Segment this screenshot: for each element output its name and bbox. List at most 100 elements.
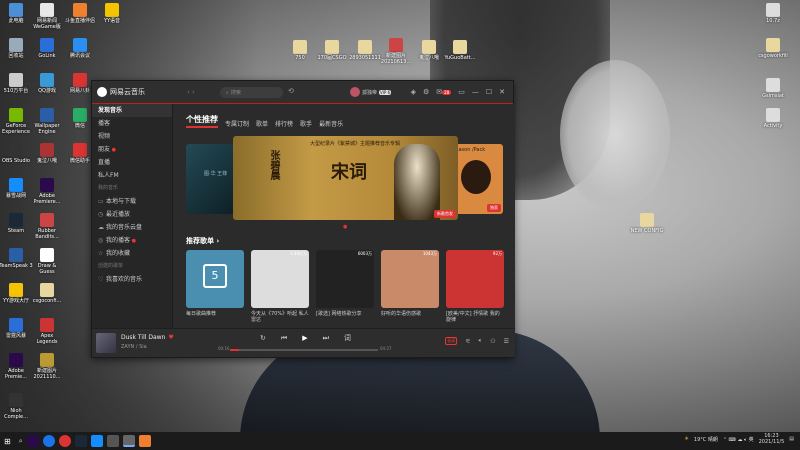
douyu-taskbar-icon[interactable] xyxy=(138,435,151,447)
playlist-title[interactable]: [欧美/中文] 抒情歌 我的旋律 xyxy=(446,311,504,323)
battlenet-taskbar-icon[interactable] xyxy=(90,435,103,447)
desktop-icon[interactable]: 750 xyxy=(283,40,317,61)
desktop-icon[interactable]: 雷霆风暴 xyxy=(0,318,33,339)
desktop-icon[interactable]: csgoconfi... xyxy=(30,283,64,304)
playlist-card[interactable]: 1.36亿万 今天从《70%》听起 私人雷达 xyxy=(251,250,309,323)
playlist-cover[interactable]: 6003万 xyxy=(316,250,374,308)
progress-bar[interactable] xyxy=(230,349,378,351)
tab[interactable]: 最新音乐 xyxy=(319,119,343,128)
playlist-cover[interactable]: 5 xyxy=(186,250,244,308)
desktop-icon[interactable]: NEW CONFIG xyxy=(630,213,664,234)
mini-mode-icon[interactable]: ▭ xyxy=(458,88,465,96)
skin-icon[interactable]: ◈ xyxy=(411,88,416,96)
banner-prev[interactable]: 图·华 王菲 xyxy=(186,144,238,214)
search-icon[interactable]: ⌕ xyxy=(19,437,23,446)
desktop-icon[interactable]: GoLink xyxy=(30,38,64,59)
desktop-icon[interactable]: Adobe Premie... xyxy=(0,353,33,380)
desktop-icon[interactable]: GeForce Experience xyxy=(0,108,33,135)
playlist-card[interactable]: 6003万 [歌选] 网络热歌分享 xyxy=(316,250,374,317)
listen-together-icon[interactable]: ⚇ xyxy=(490,338,495,345)
tab[interactable]: 排行榜 xyxy=(275,119,293,128)
desktop-icon[interactable]: Gsimsiat xyxy=(756,78,790,99)
desktop-icon[interactable]: 新建图片 2021110... xyxy=(30,353,64,380)
like-icon[interactable]: ♥ xyxy=(168,334,173,341)
desktop-icon[interactable]: Steam xyxy=(0,213,33,234)
tab[interactable]: 歌单 xyxy=(256,119,268,128)
sidebar-item[interactable]: ◎ 我的播客 ● xyxy=(92,234,172,247)
tab[interactable]: 歌手 xyxy=(300,119,312,128)
clock[interactable]: 16:23 2021/11/5 xyxy=(759,433,785,445)
desktop-icon[interactable]: OBS Studio xyxy=(0,143,33,164)
playlist-card[interactable]: 92万 [欧美/中文] 抒情歌 我的旋律 xyxy=(446,250,504,323)
premiere-taskbar-icon[interactable] xyxy=(26,435,39,447)
tab[interactable]: 个性推荐 xyxy=(186,114,218,128)
desktop-icon[interactable]: YuGuoBatt... xyxy=(443,40,477,61)
desktop-icon[interactable]: 鬼泣八哦 xyxy=(412,40,446,61)
sidebar-item[interactable]: ▭ 本地与下载 xyxy=(92,195,172,208)
back-forward-icon[interactable]: ‹ › xyxy=(187,88,195,96)
playlist-card[interactable]: 5 每日歌曲推荐 xyxy=(186,250,244,317)
sidebar-item[interactable]: 朋友 ● xyxy=(92,143,172,156)
desktop-icon[interactable]: 网易新闻 WeGame版 xyxy=(30,3,64,30)
banner-dots[interactable]: ● xyxy=(343,224,347,230)
desktop-icon[interactable]: 10.7z xyxy=(756,3,790,24)
search-input[interactable]: ⌕ 搜索 xyxy=(220,87,283,98)
volume-icon[interactable]: 🔈︎ xyxy=(479,337,483,345)
sidebar-item[interactable]: 直播 xyxy=(92,156,172,169)
section-title[interactable]: 推荐歌单 › xyxy=(186,236,219,246)
app-taskbar-icon[interactable] xyxy=(106,435,119,447)
desktop-icon[interactable]: YY游戏大厅 xyxy=(0,283,33,304)
sidebar-item[interactable]: ◷ 最近播放 xyxy=(92,208,172,221)
sidebar-item[interactable]: ☆ 我的收藏 xyxy=(92,247,172,260)
desktop-icon[interactable]: Adobe Premiere... xyxy=(30,178,64,205)
desktop-icon[interactable]: 510万平台 xyxy=(0,73,33,94)
sidebar-item[interactable]: 播客 xyxy=(92,117,172,130)
sidebar-item[interactable]: ♡ 我喜欢的音乐 xyxy=(92,273,172,286)
desktop-icon[interactable]: Activity xyxy=(756,108,790,129)
sidebar-item[interactable]: ☁ 我的音乐云盘 xyxy=(92,221,172,234)
obs-taskbar-icon[interactable] xyxy=(122,435,135,447)
desktop-icon[interactable]: 暴雪战网 xyxy=(0,178,33,199)
desktop-icon[interactable]: TeamSpeak 3 xyxy=(0,248,33,269)
desktop-icon[interactable]: 此电脑 xyxy=(0,3,33,24)
playlist-cover[interactable]: 1043万 xyxy=(381,250,439,308)
playlist-cover[interactable]: 92万 xyxy=(446,250,504,308)
minimize-icon[interactable]: — xyxy=(472,88,479,96)
sidebar-item[interactable]: 发现音乐 xyxy=(92,104,172,117)
play-icon[interactable]: ▶ xyxy=(302,334,307,342)
mail-icon[interactable]: ✉ 28 xyxy=(436,88,452,96)
desktop-icon[interactable]: Nioh Comple... xyxy=(0,393,33,420)
desktop-icon[interactable]: 新建图片 20210613... xyxy=(379,38,413,65)
song-artist[interactable]: ZAYN / Sia xyxy=(121,344,147,350)
desktop-icon[interactable]: csgoworkfill xyxy=(756,38,790,59)
desktop-icon[interactable]: YY语音 xyxy=(95,3,129,24)
desktop-icon[interactable]: Rubber Bandits... xyxy=(30,213,64,240)
sidebar-item[interactable]: 私人FM xyxy=(92,169,172,182)
sound-effect-icon[interactable]: ⚟ xyxy=(465,338,470,345)
steam-taskbar-icon[interactable] xyxy=(74,435,87,447)
banner-main[interactable]: 大型纪录片《紫禁城》主题推荐音乐专辑 张碧晨 宋词 新歌首发 xyxy=(233,136,458,220)
desktop-icon[interactable]: 2893051111 xyxy=(348,40,382,61)
playlist-title[interactable]: [歌选] 网络热歌分享 xyxy=(316,311,374,317)
lyric-icon[interactable]: 词 xyxy=(344,333,351,343)
loop-icon[interactable]: ↻ xyxy=(260,334,266,342)
notification-icon[interactable]: ▤ xyxy=(789,436,794,442)
sidebar-item[interactable]: 视频 xyxy=(92,130,172,143)
song-title[interactable]: Dusk Till Dawn ♥ xyxy=(121,334,174,341)
tab[interactable]: 专属订制 xyxy=(225,119,249,128)
desktop-icon[interactable]: Wallpaper Engine xyxy=(30,108,64,135)
next-icon[interactable]: ⏭ xyxy=(323,334,329,343)
desktop-icon[interactable]: 鬼泣八哦 xyxy=(30,143,64,164)
mic-icon[interactable]: ⟲ xyxy=(288,87,294,95)
windows-start-icon[interactable]: ⊞ xyxy=(4,437,11,446)
netease-taskbar-icon[interactable] xyxy=(58,435,71,447)
prev-icon[interactable]: ⏮ xyxy=(281,334,287,343)
playlist-icon[interactable]: ☰ xyxy=(504,338,509,345)
playlist-title[interactable]: 今天从《70%》听起 私人雷达 xyxy=(251,311,309,323)
playlist-card[interactable]: 1043万 好听的华语伤感歌 xyxy=(381,250,439,317)
desktop-icon[interactable]: 斗鱼直播伴侣 xyxy=(63,3,97,24)
desktop-icon[interactable]: QQ游戏 xyxy=(30,73,64,94)
desktop-icon[interactable]: 170届CSGO xyxy=(315,40,349,61)
playlist-title[interactable]: 每日歌曲推荐 xyxy=(186,311,244,317)
avatar[interactable] xyxy=(350,87,360,97)
